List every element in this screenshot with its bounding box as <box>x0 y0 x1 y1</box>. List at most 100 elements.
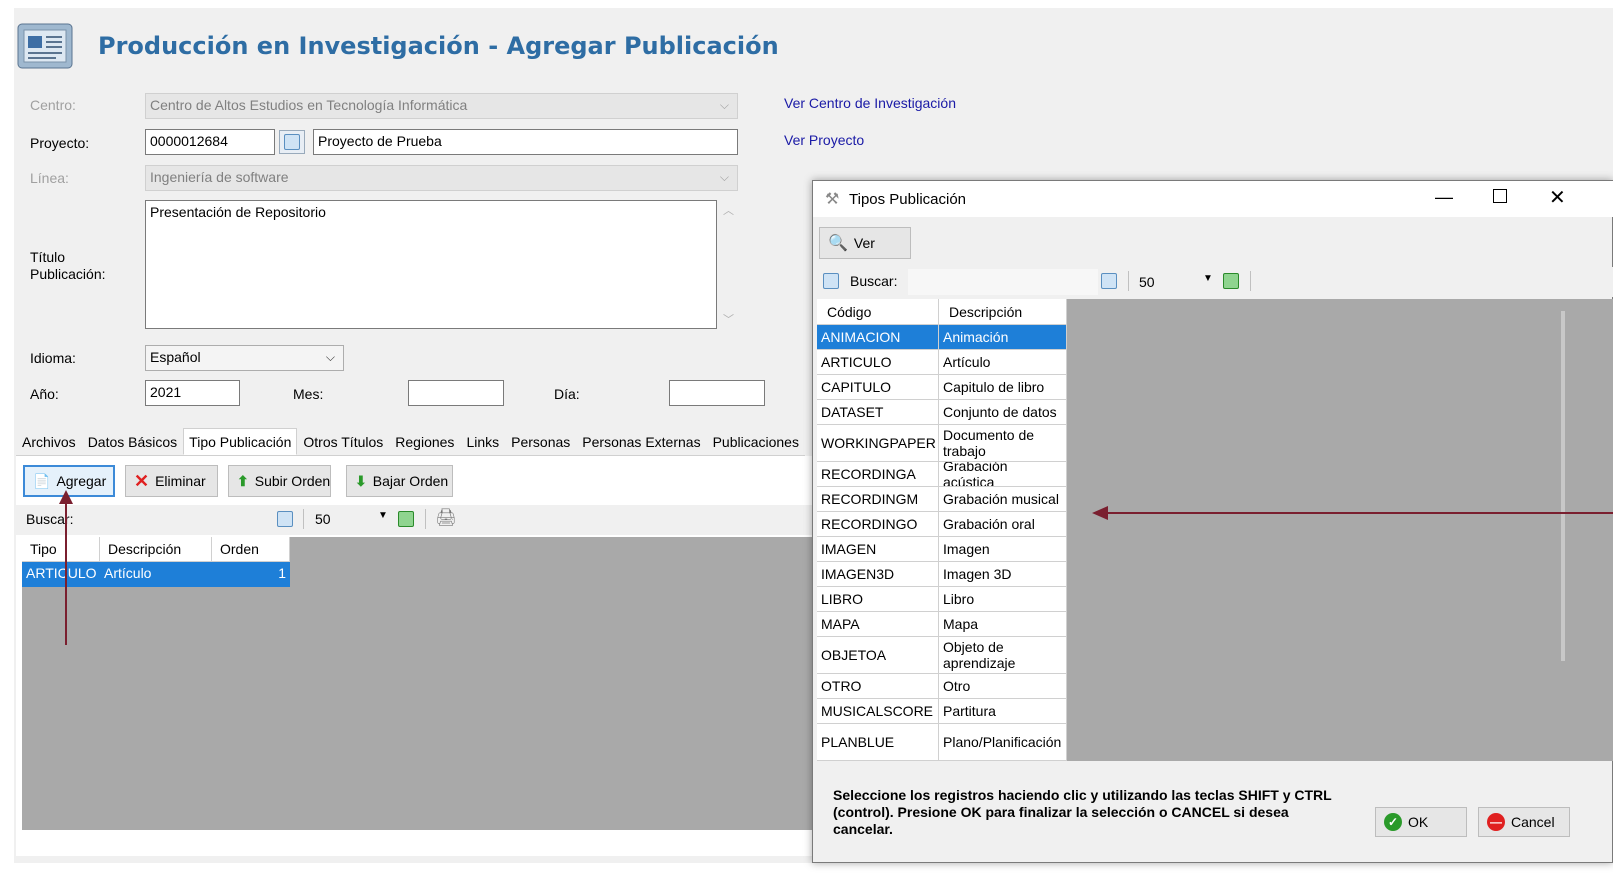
tab-datos-basicos[interactable]: Datos Básicos <box>82 428 183 455</box>
lookup-icon[interactable] <box>277 511 293 527</box>
mes-field[interactable] <box>408 380 504 406</box>
tab-links[interactable]: Links <box>460 428 505 455</box>
tab-personas-externas[interactable]: Personas Externas <box>576 428 706 455</box>
centro-value: Centro de Altos Estudios en Tecnología I… <box>150 97 468 113</box>
subir-orden-button[interactable]: ⬆ Subir Orden <box>228 465 331 497</box>
ver-proyecto-link[interactable]: Ver Proyecto <box>784 132 864 148</box>
list-item-descripcion[interactable]: Otro <box>939 674 1067 699</box>
list-item-codigo[interactable]: LIBRO <box>817 587 939 612</box>
titulo-textarea[interactable]: Presentación de Repositorio <box>145 200 717 329</box>
ok-button[interactable]: ✓ OK <box>1375 807 1467 837</box>
linea-select: Ingeniería de software ⌵ <box>145 165 738 191</box>
agregar-label: Agregar <box>56 473 107 489</box>
list-item-descripcion[interactable]: Grabación acústica <box>939 462 1067 487</box>
list-item-descripcion[interactable]: Imagen <box>939 537 1067 562</box>
column-header-descripcion[interactable]: Descripción <box>939 299 1067 325</box>
list-item-descripcion[interactable]: Objeto de aprendizaje <box>939 637 1067 674</box>
lookup-icon <box>284 134 300 150</box>
centro-select: Centro de Altos Estudios en Tecnología I… <box>145 93 738 119</box>
scroll-down-icon[interactable]: ﹀ <box>723 311 734 327</box>
list-item-descripcion[interactable]: Conjunto de datos <box>939 400 1067 425</box>
list-item-codigo[interactable]: RECORDINGO <box>817 512 939 537</box>
list-item-codigo[interactable]: MUSICALSCORE <box>817 699 939 724</box>
ver-button[interactable]: 🔍 Ver <box>819 227 911 259</box>
minimize-icon[interactable]: — <box>1435 187 1453 208</box>
list-item-codigo[interactable]: CAPITULO <box>817 375 939 400</box>
eliminar-button[interactable]: ✕ Eliminar <box>125 465 218 497</box>
list-item-descripcion[interactable]: Capitulo de libro <box>939 375 1067 400</box>
eliminar-label: Eliminar <box>155 473 206 489</box>
column-header-orden[interactable]: Orden <box>212 537 290 562</box>
annotation-arrow-horizontal <box>1106 512 1613 514</box>
tab-tipo-publicacion[interactable]: Tipo Publicación <box>183 428 298 455</box>
list-item-codigo[interactable]: DATASET <box>817 400 939 425</box>
close-icon[interactable]: ✕ <box>1549 185 1566 210</box>
delete-x-icon: ✕ <box>134 470 150 491</box>
tab-publicaciones[interactable]: Publicaciones <box>707 428 805 455</box>
dialog-search-input[interactable] <box>908 269 1098 295</box>
dropdown-arrow-icon[interactable]: ▼ <box>1203 273 1213 284</box>
bajar-label: Bajar Orden <box>372 473 449 489</box>
list-item-descripcion[interactable]: Grabación oral <box>939 512 1067 537</box>
bajar-orden-button[interactable]: ⬇ Bajar Orden <box>346 465 453 497</box>
dialog-page-size[interactable]: 50 <box>1139 274 1155 290</box>
tab-regiones[interactable]: Regiones <box>389 428 460 455</box>
list-item-descripcion[interactable]: Artículo <box>939 350 1067 375</box>
refresh-icon[interactable] <box>1223 273 1239 289</box>
tab-otros-titulos[interactable]: Otros Títulos <box>297 428 389 455</box>
column-header-codigo[interactable]: Código <box>817 299 939 325</box>
anio-field[interactable]: 2021 <box>145 380 240 406</box>
list-item-descripcion[interactable]: Animación <box>939 325 1067 350</box>
tab-archivos[interactable]: Archivos <box>16 428 82 455</box>
list-item-codigo[interactable]: PLANBLUE <box>817 724 939 761</box>
refresh-icon[interactable] <box>398 511 414 527</box>
list-item-codigo[interactable]: WORKINGPAPER <box>817 425 939 462</box>
list-item-codigo[interactable]: RECORDINGM <box>817 487 939 512</box>
magnifier-icon: 🔍 <box>828 235 848 252</box>
list-item-descripcion[interactable]: Documento de trabajo <box>939 425 1067 462</box>
page-size-value[interactable]: 50 <box>315 511 331 527</box>
idioma-select[interactable]: Español ⌵ <box>145 345 344 371</box>
column-header-tipo[interactable]: Tipo <box>22 537 100 562</box>
list-item-descripcion[interactable]: Partitura <box>939 699 1067 724</box>
list-item-codigo[interactable]: MAPA <box>817 612 939 637</box>
list-item-descripcion[interactable]: Imagen 3D <box>939 562 1067 587</box>
centro-label: Centro: <box>30 97 76 113</box>
dropdown-arrow-icon[interactable]: ▼ <box>378 510 388 521</box>
table-row-tipo-cell[interactable]: ARTICULO <box>22 562 100 587</box>
proyecto-code-field[interactable]: 0000012684 <box>145 129 275 155</box>
list-item-descripcion[interactable]: Plano/Planificación <box>939 724 1067 761</box>
list-item-codigo[interactable]: IMAGEN <box>817 537 939 562</box>
print-icon[interactable]: 🖨 <box>435 508 457 528</box>
list-item-codigo[interactable]: OBJETOA <box>817 637 939 674</box>
titulo-scrollbar[interactable]: ︿ ﹀ <box>719 200 738 329</box>
dialog-grid-scrollbar[interactable] <box>1561 311 1565 661</box>
proyecto-search-button[interactable] <box>279 130 305 154</box>
list-item-codigo[interactable]: ANIMACION <box>817 325 939 350</box>
column-header-descripcion[interactable]: Descripción <box>100 537 212 562</box>
list-item-descripcion[interactable]: Libro <box>939 587 1067 612</box>
list-item-codigo[interactable]: OTRO <box>817 674 939 699</box>
annotation-arrow-head-left <box>1092 506 1108 520</box>
tools-icon: ⚒ <box>825 191 840 208</box>
toolbar-separator <box>425 509 426 529</box>
list-item-descripcion[interactable]: Mapa <box>939 612 1067 637</box>
dia-field[interactable] <box>669 380 765 406</box>
table-row-descripcion-cell[interactable]: Artículo <box>100 562 212 587</box>
proyecto-label: Proyecto: <box>30 135 90 151</box>
list-item-descripcion[interactable]: Grabación musical <box>939 487 1067 512</box>
idioma-label: Idioma: <box>30 350 76 366</box>
cancel-button[interactable]: — Cancel <box>1478 807 1570 837</box>
list-item-codigo[interactable]: IMAGEN3D <box>817 562 939 587</box>
chevron-down-icon: ⌵ <box>719 170 729 184</box>
tab-personas[interactable]: Personas <box>505 428 576 455</box>
ver-centro-link[interactable]: Ver Centro de Investigación <box>784 95 956 111</box>
dialog-instruction-text: Seleccione los registros haciendo clic y… <box>833 787 1332 837</box>
scroll-up-icon[interactable]: ︿ <box>723 202 734 218</box>
list-item-codigo[interactable]: RECORDINGA <box>817 462 939 487</box>
maximize-icon[interactable] <box>1493 189 1507 203</box>
table-row-orden-cell[interactable]: 1 <box>212 562 290 587</box>
list-item-codigo[interactable]: ARTICULO <box>817 350 939 375</box>
no-entry-icon: — <box>1487 813 1505 831</box>
lookup-icon[interactable] <box>1101 273 1117 289</box>
